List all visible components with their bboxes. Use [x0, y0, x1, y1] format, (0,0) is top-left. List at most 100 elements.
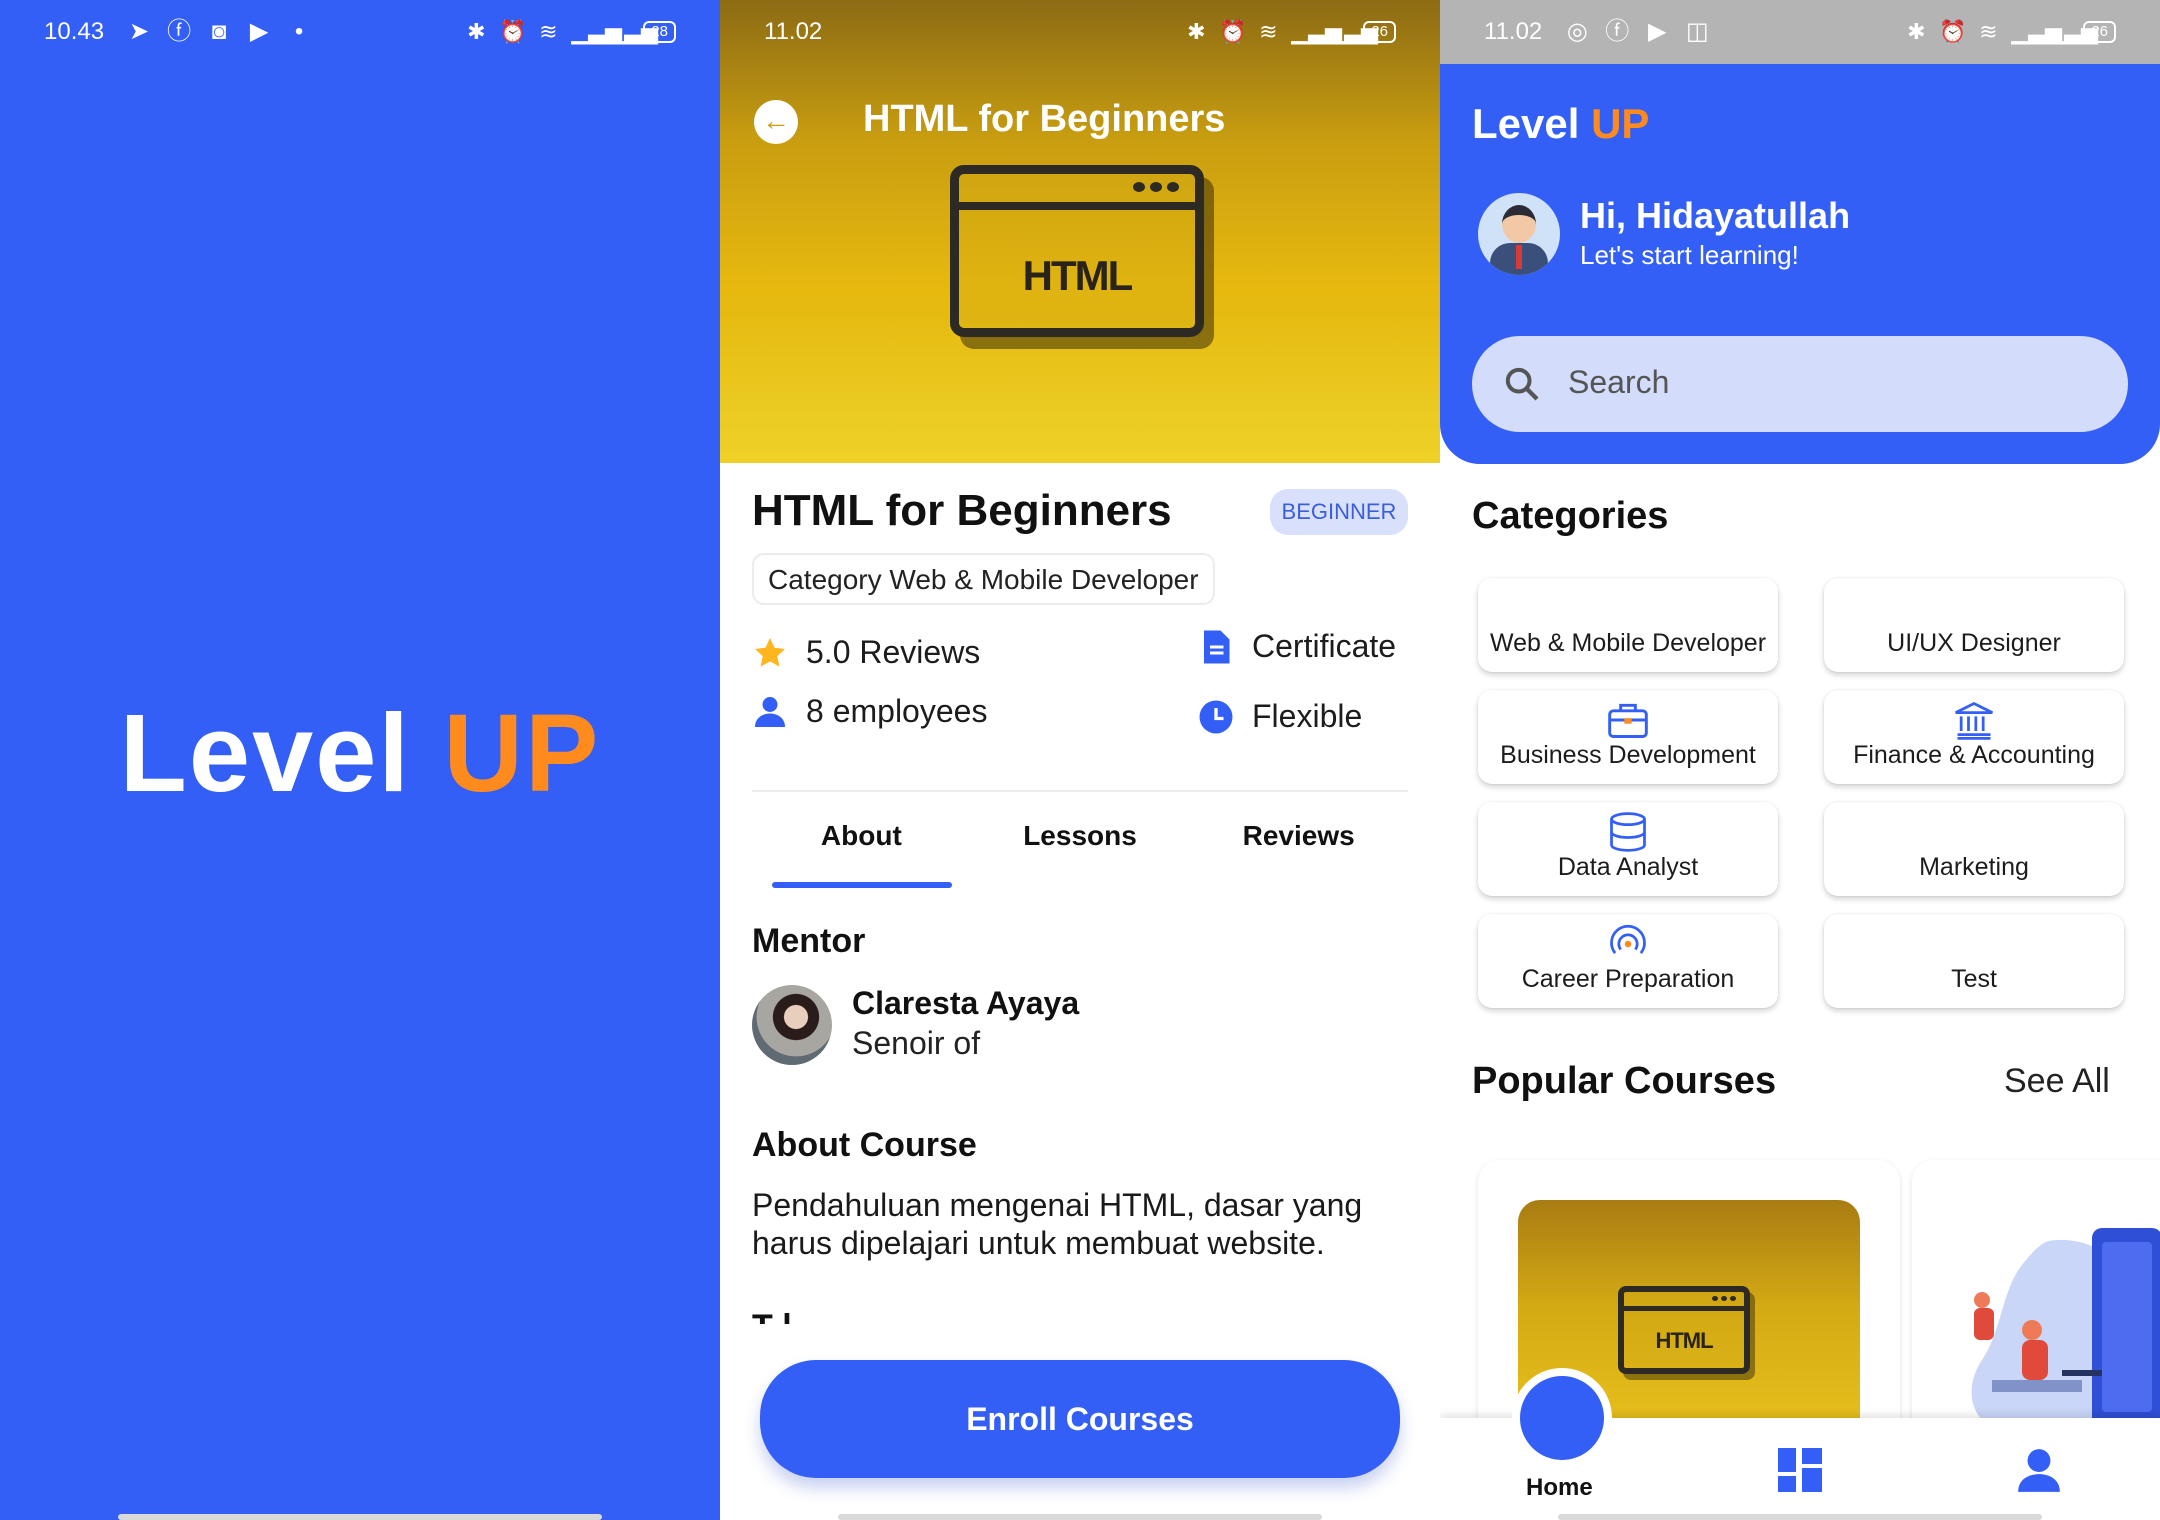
alarm-icon: ⏰ [1219, 19, 1247, 44]
status-time: 11.02 [1484, 18, 1543, 45]
arrow-left-icon: ← [762, 105, 790, 136]
youtube-icon: ▶ [249, 18, 269, 45]
mentor-role: Senoir of [852, 1025, 981, 1061]
alarm-icon: ⏰ [1939, 19, 1967, 44]
tab-reviews[interactable]: Reviews [1189, 820, 1408, 852]
home-indicator [1558, 1514, 2042, 1520]
card-html-word: HTML [1655, 1328, 1713, 1353]
category-card-finance[interactable]: Finance & Accounting [1824, 690, 2124, 784]
enroll-button[interactable]: Enroll Courses [760, 1360, 1400, 1478]
bluetooth-icon: ✱ [1907, 19, 1926, 44]
facebook-icon: ⓕ [1605, 18, 1630, 45]
home-indicator [838, 1514, 1322, 1520]
category-label: Career Preparation [1521, 965, 1735, 993]
schedule-text: Flexible [1252, 698, 1363, 734]
back-button[interactable]: ← [754, 100, 798, 144]
category-card-business[interactable]: Business Development [1478, 690, 1778, 784]
greeting-subtitle: Let's start learning! [1580, 240, 1799, 270]
see-all-link[interactable]: See All [2004, 1062, 2110, 1101]
category-label: Marketing [1919, 853, 2029, 881]
alarm-icon: ⏰ [499, 19, 527, 44]
mentor-avatar [752, 985, 832, 1065]
nav-home-label[interactable]: Home [1526, 1474, 1593, 1502]
hero-html-word: HTML [1022, 252, 1134, 299]
category-label: Finance & Accounting [1853, 741, 2095, 769]
category-label: Business Development [1500, 741, 1756, 769]
document-icon [1204, 630, 1230, 663]
divider [752, 790, 1408, 792]
category-label: Data Analyst [1557, 853, 1699, 881]
course-card-second[interactable] [1912, 1160, 2160, 1460]
instagram-icon: ◫ [1685, 18, 1709, 45]
telegram-icon: ➤ [129, 18, 150, 45]
youtube-icon: ▶ [1648, 18, 1667, 45]
signal-icon: ▁▃▅ [2047, 19, 2099, 44]
signal-icon: ▁▃▅ [1327, 19, 1379, 44]
tab-about[interactable]: About [752, 820, 971, 852]
search-icon [1505, 367, 1539, 401]
reviews-text: 5.0 Reviews [806, 634, 981, 670]
database-icon [1610, 812, 1646, 852]
about-description: Pendahuluan mengenai HTML, dasar yang ha… [752, 1187, 1363, 1261]
category-label: Test [1951, 965, 1997, 993]
course-title: HTML for Beginners [752, 486, 1172, 535]
schedule-info: Flexible [1198, 698, 1362, 735]
logo-up-text: UP [443, 692, 601, 815]
certificate-info: Certificate [1198, 628, 1396, 665]
html-window-illustration: HTML [950, 165, 1204, 337]
user-avatar[interactable] [1478, 193, 1560, 275]
briefcase-icon [1608, 703, 1648, 738]
category-card-web-mobile[interactable]: Web & Mobile Developer [1478, 578, 1778, 672]
greeting-title: Hi, Hidayatullah [1580, 195, 1851, 236]
status-bar: 11.02 ✱ ⏰ ≋ ▁▃▅ ▁▃▅ 26 [720, 0, 1440, 64]
category-label: UI/UX Designer [1887, 629, 2061, 657]
signal-icon: ▁▃▅ [607, 19, 659, 44]
mentor-heading: Mentor [752, 922, 866, 960]
header-title: HTML for Beginners [863, 98, 1226, 140]
target-icon [1610, 924, 1646, 955]
signal-icon: ▁▃▅ [571, 19, 623, 44]
dashboard-icon[interactable] [1776, 1446, 1824, 1494]
app-logo: Level UP [1472, 100, 1649, 148]
employees-info: 8 employees [752, 693, 987, 730]
category-chip: Category Web & Mobile Developer [752, 553, 1215, 605]
home-screen: 11.02 ◎ ⓕ ▶ ◫ ✱ ⏰ ≋ ▁▃▅ ▁▃▅ 26 Level UP … [1440, 0, 2160, 1520]
course-illustration [1971, 1228, 2160, 1430]
category-card-data-analyst[interactable]: Data Analyst [1478, 802, 1778, 896]
reviews-info: 5.0 Reviews [752, 634, 980, 671]
categories-heading: Categories [1472, 495, 1669, 537]
profile-icon[interactable] [2014, 1446, 2064, 1496]
next-section-heading-text: T l [752, 1308, 792, 1324]
category-label: Web & Mobile Developer [1489, 629, 1767, 657]
status-bar: 11.02 ◎ ⓕ ▶ ◫ ✱ ⏰ ≋ ▁▃▅ ▁▃▅ 26 [1440, 0, 2160, 64]
mentor-name: Claresta Ayaya [852, 985, 1080, 1021]
signal-icon: ▁▃▅ [2011, 19, 2063, 44]
nav-home-button[interactable] [1512, 1368, 1612, 1468]
whatsapp-icon: ◎ [1566, 18, 1588, 45]
level-badge: BEGINNER [1270, 489, 1408, 535]
status-bar: 10.43 ➤ ⓕ ◙ ▶ • ✱ ⏰ ≋ ▁▃▅ ▁▃▅ 28 [0, 0, 720, 64]
category-card-career[interactable]: Career Preparation [1478, 914, 1778, 1008]
search-placeholder: Search [1568, 364, 1670, 400]
about-heading: About Course [752, 1126, 977, 1164]
status-time: 11.02 [764, 18, 823, 45]
active-tab-indicator [772, 882, 952, 888]
category-card-marketing[interactable]: Marketing [1824, 802, 2124, 896]
tab-lessons[interactable]: Lessons [971, 820, 1190, 852]
search-input[interactable]: Search [1472, 336, 2128, 432]
star-icon [755, 637, 785, 667]
battery-indicator: 26 [2083, 21, 2116, 43]
home-indicator [118, 1514, 602, 1520]
app-logo: Level UP [0, 690, 720, 817]
course-tabs: About Lessons Reviews [752, 820, 1408, 852]
splash-screen: 10.43 ➤ ⓕ ◙ ▶ • ✱ ⏰ ≋ ▁▃▅ ▁▃▅ 28 Level U… [0, 0, 720, 1520]
status-time: 10.43 [44, 18, 105, 45]
logo-level-text: Level [119, 692, 411, 815]
category-card-uiux[interactable]: UI/UX Designer [1824, 578, 2124, 672]
bluetooth-icon: ✱ [1187, 19, 1206, 44]
category-card-test[interactable]: Test [1824, 914, 2124, 1008]
course-detail-screen: HTML ← HTML for Beginners 11.02 ✱ ⏰ ≋ ▁▃… [720, 0, 1440, 1520]
html-window-illustration: HTML [1618, 1286, 1750, 1374]
bluetooth-icon: ✱ [467, 19, 486, 44]
popular-courses-heading: Popular Courses [1472, 1060, 1777, 1102]
